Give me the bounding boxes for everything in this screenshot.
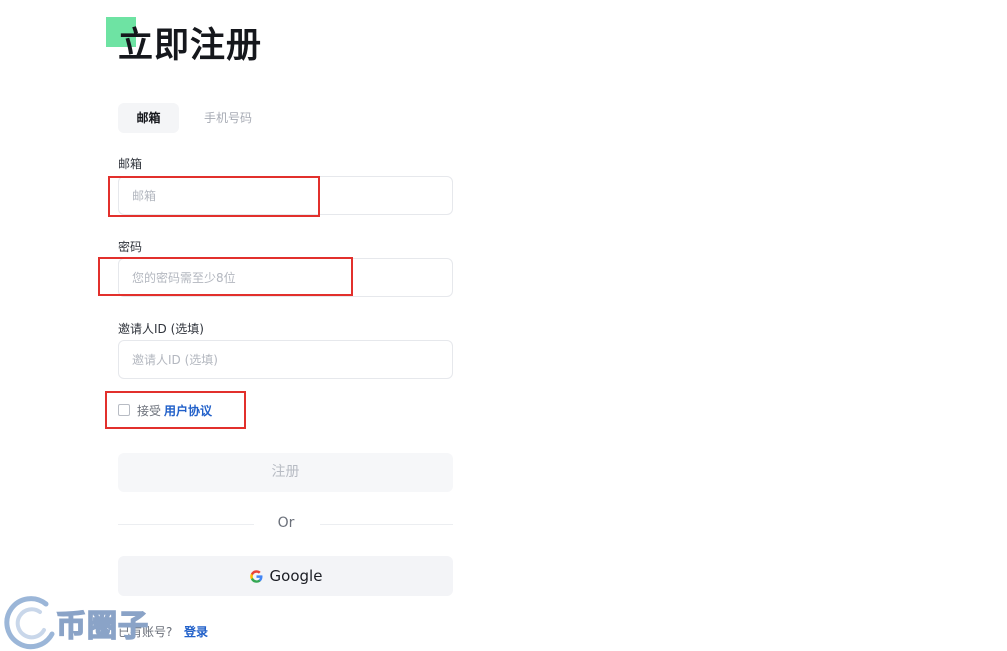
divider-left <box>118 524 254 525</box>
register-button[interactable]: 注册 <box>118 453 453 492</box>
referral-label: 邀请人ID (选填) <box>118 322 204 336</box>
divider-right <box>320 524 453 525</box>
watermark-logo-icon <box>4 596 55 650</box>
email-input[interactable] <box>118 176 453 215</box>
password-input[interactable] <box>118 258 453 297</box>
google-icon <box>249 569 263 583</box>
user-agreement-link[interactable]: 用户协议 <box>164 402 212 419</box>
google-label: Google <box>269 567 323 585</box>
email-label: 邮箱 <box>118 157 143 171</box>
password-label: 密码 <box>118 240 143 254</box>
page-title: 立即注册 <box>118 26 263 66</box>
google-signin-button[interactable]: Google <box>118 556 453 596</box>
watermark-text: 币圈子 <box>55 608 149 645</box>
agree-checkbox[interactable] <box>118 404 130 416</box>
agree-label: 接受 <box>137 404 162 418</box>
referral-input[interactable] <box>118 340 453 379</box>
tab-email[interactable]: 邮箱 <box>118 103 179 133</box>
login-link[interactable]: 登录 <box>184 623 208 640</box>
tab-phone[interactable]: 手机号码 <box>196 103 260 133</box>
divider-or-label: Or <box>277 515 295 531</box>
